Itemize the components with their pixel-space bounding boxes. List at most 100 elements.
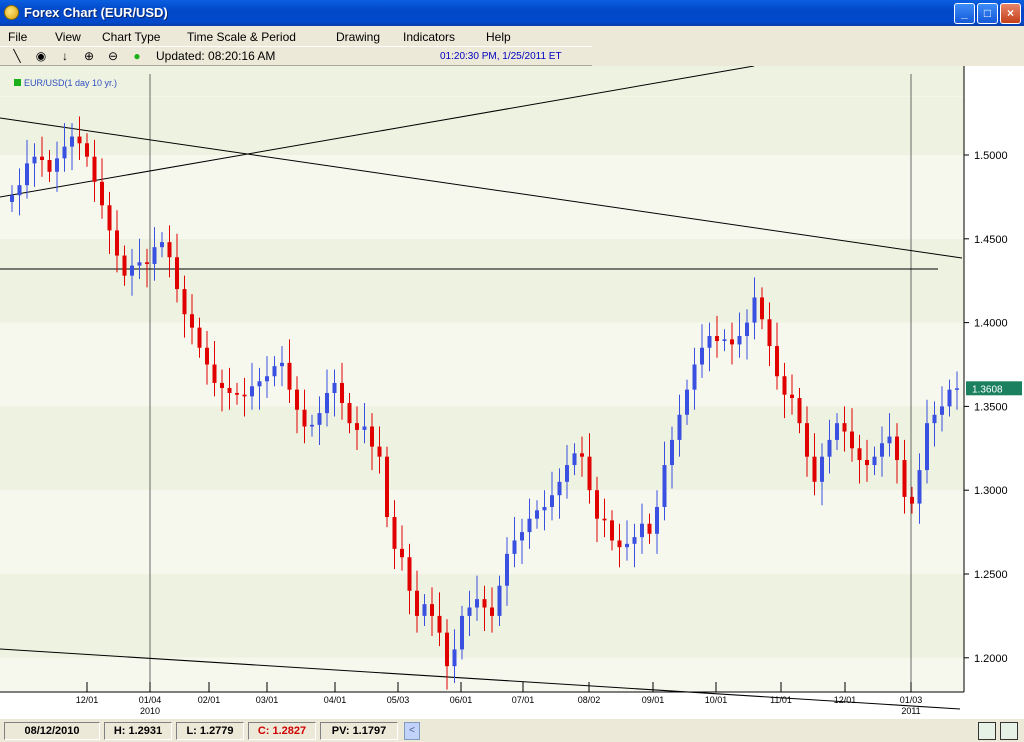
y-tick-label: 1.5000 <box>974 150 1008 162</box>
tile-windows-icon[interactable] <box>978 722 996 740</box>
close-button[interactable]: × <box>1000 3 1021 24</box>
cascade-windows-icon[interactable] <box>1000 722 1018 740</box>
candle-body <box>565 465 569 482</box>
candle-body <box>272 366 277 377</box>
minimize-button[interactable]: _ <box>954 3 975 24</box>
menu-indicators[interactable]: Indicators <box>403 30 455 44</box>
y-tick-label: 1.4000 <box>974 318 1008 330</box>
candle-body <box>257 381 262 387</box>
x-tick-label: 07/01 <box>512 695 535 705</box>
scroll-left-button[interactable]: < <box>404 722 420 740</box>
candle-body <box>437 615 442 633</box>
menu-chart-type[interactable]: Chart Type <box>102 30 160 44</box>
candle-body <box>250 386 254 397</box>
candle-body <box>955 388 959 390</box>
candle-body <box>235 392 239 395</box>
candle-body <box>595 490 599 519</box>
candle-body <box>77 136 82 144</box>
menu-view[interactable]: View <box>55 30 81 44</box>
candle-body <box>745 322 749 337</box>
candle-body <box>737 336 742 345</box>
candle-body <box>302 409 307 427</box>
price-chart[interactable]: 1.5000 1.4500 1.4000 1.3500 1.3000 1.2500 1.20… <box>0 65 1024 718</box>
zoom-in-icon[interactable]: ⊕ <box>80 48 98 65</box>
chart-band <box>0 66 964 96</box>
candle-body <box>190 314 194 328</box>
candle-body <box>377 446 382 457</box>
candle-body <box>767 319 772 347</box>
candle-body <box>400 548 404 558</box>
chart-band <box>0 657 964 692</box>
candle-body <box>385 456 389 518</box>
candle-body <box>887 436 892 444</box>
candle-body <box>850 431 854 449</box>
y-tick-label: 1.2000 <box>974 653 1008 665</box>
chart-band <box>0 155 964 239</box>
maximize-button[interactable]: □ <box>977 3 998 24</box>
candle-body <box>917 470 922 504</box>
candle-body <box>415 590 419 616</box>
candle-body <box>655 506 659 534</box>
status-high: H: 1.2931 <box>104 722 172 740</box>
candle-body <box>805 423 809 457</box>
y-tick-label: 1.3500 <box>974 401 1008 413</box>
candle-body <box>932 414 937 424</box>
candle-body <box>62 146 67 159</box>
candle-body <box>47 160 52 172</box>
candle-body <box>722 339 727 342</box>
chart-area[interactable]: 1.5000 1.4500 1.4000 1.3500 1.3000 1.2500 1.20… <box>0 65 1024 718</box>
candle-body <box>445 632 449 667</box>
candle-body <box>895 436 899 461</box>
candle-body <box>790 394 794 399</box>
x-tick-label: 08/02 <box>578 695 601 705</box>
candle-body <box>122 255 127 276</box>
draw-line-icon[interactable]: ╲ <box>8 48 26 65</box>
x-tick-label: 09/01 <box>642 695 665 705</box>
x-tick-label: 12/01 <box>834 695 857 705</box>
candle-body <box>182 289 187 315</box>
x-tick-label: 04/01 <box>324 695 347 705</box>
candle-body <box>220 382 224 388</box>
candle-body <box>310 424 314 427</box>
status-low: L: 1.2779 <box>176 722 244 740</box>
window-title: Forex Chart (EUR/USD) <box>24 5 168 20</box>
candle-body <box>760 297 764 320</box>
candle-body <box>827 439 832 457</box>
candle-body <box>10 195 14 202</box>
candle-body <box>152 247 157 264</box>
candle-body <box>610 520 614 541</box>
candle-body <box>857 448 862 461</box>
status-dot-icon: ● <box>133 49 141 63</box>
candle-body <box>295 389 299 410</box>
menu-help[interactable]: Help <box>486 30 511 44</box>
x-tick-label: 12/01 <box>76 695 99 705</box>
menu-drawing[interactable]: Drawing <box>336 30 380 44</box>
candle-body <box>355 423 359 430</box>
candle-body <box>175 257 179 290</box>
candle-body <box>137 262 142 266</box>
x-tick-label: 01/03 <box>900 695 923 705</box>
toolbar: ╲ ◉ ↓ ⊕ ⊖ ● Updated: 08:20:16 AM 01:20:3… <box>0 46 592 66</box>
candle-body <box>467 607 472 616</box>
target-icon[interactable]: ◉ <box>32 48 50 65</box>
zoom-out-icon[interactable]: ⊖ <box>104 48 122 65</box>
menu-file[interactable]: File <box>8 30 27 44</box>
arrow-down-icon[interactable]: ↓ <box>56 48 74 65</box>
candle-body <box>662 465 667 507</box>
candle-body <box>707 336 712 348</box>
candle-body <box>422 604 427 616</box>
chart-band <box>0 406 964 491</box>
candle-body <box>280 362 284 367</box>
x-tick-label: 06/01 <box>450 695 473 705</box>
candle-body <box>70 136 74 147</box>
candle-body <box>812 456 817 482</box>
status-date: 08/12/2010 <box>4 722 100 740</box>
x-tick-label: 02/01 <box>198 695 221 705</box>
menu-time-scale[interactable]: Time Scale & Period <box>187 30 296 44</box>
candle-body <box>550 495 554 507</box>
candle-body <box>925 423 929 471</box>
candle-body <box>197 327 202 348</box>
updated-time: Updated: 08:20:16 AM <box>156 49 276 63</box>
candle-body <box>947 389 952 407</box>
x-tick-label: 10/01 <box>705 695 728 705</box>
